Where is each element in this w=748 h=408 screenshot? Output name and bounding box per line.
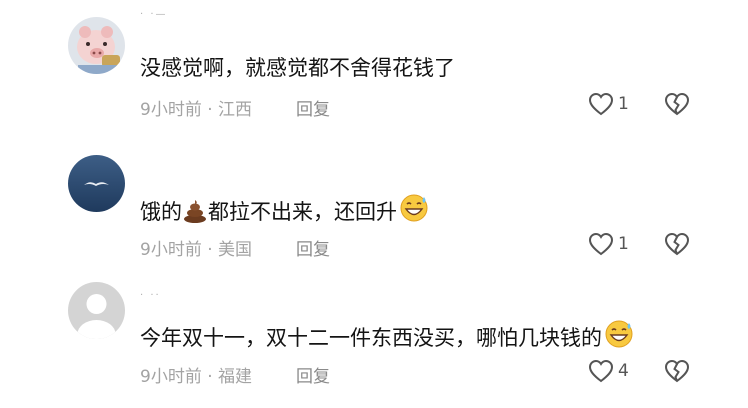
comment-time: 9小时前 xyxy=(140,367,202,387)
meta-separator: · xyxy=(201,240,219,260)
reply-button[interactable]: 回复 xyxy=(296,95,330,120)
comment-location: 美国 xyxy=(218,240,253,260)
comment-location: 江西 xyxy=(218,100,253,120)
heart-icon xyxy=(588,92,614,116)
comment-text: 饿的 都拉不出来，还回升 xyxy=(140,193,429,230)
comment-location: 福建 xyxy=(218,367,253,387)
broken-heart-icon xyxy=(664,232,690,256)
grin-sweat-emoji-icon xyxy=(399,193,429,230)
reply-button[interactable]: 回复 xyxy=(296,235,330,260)
like-count: 4 xyxy=(618,361,629,381)
username[interactable]: · ·· xyxy=(140,290,161,301)
comment-text-part: 今年双十一，双十二一件东西没买，哪怕几块钱的 xyxy=(140,326,602,350)
comment-meta: 9小时前 · 美国 xyxy=(140,235,252,260)
poop-emoji-icon xyxy=(182,199,208,230)
heart-icon xyxy=(588,359,614,383)
meta-separator: · xyxy=(201,367,219,387)
broken-heart-icon xyxy=(664,359,690,383)
comment-text: 今年双十一，双十二一件东西没买，哪怕几块钱的 xyxy=(140,319,634,356)
comment-time: 9小时前 xyxy=(140,240,202,260)
comment-text: 没感觉啊，就感觉都不舍得花钱了 xyxy=(140,56,455,80)
grin-sweat-emoji-icon xyxy=(604,319,634,356)
comment-text-part: 饿的 xyxy=(140,200,182,224)
like-button[interactable]: 1 xyxy=(588,232,629,256)
username[interactable]: · ·— xyxy=(140,9,168,20)
dislike-button[interactable] xyxy=(664,359,690,387)
heart-icon xyxy=(588,232,614,256)
dislike-button[interactable] xyxy=(664,232,690,260)
default-avatar-icon[interactable] xyxy=(68,282,125,339)
like-count: 1 xyxy=(618,94,629,114)
comment-time: 9小时前 xyxy=(140,100,202,120)
like-button[interactable]: 4 xyxy=(588,359,629,383)
comment-meta: 9小时前 · 福建 xyxy=(140,362,252,387)
broken-heart-icon xyxy=(664,92,690,116)
dislike-button[interactable] xyxy=(664,92,690,120)
bird-avatar-icon[interactable] xyxy=(68,155,125,212)
like-button[interactable]: 1 xyxy=(588,92,629,116)
like-count: 1 xyxy=(618,234,629,254)
pig-avatar-icon[interactable] xyxy=(68,17,125,74)
comment-meta: 9小时前 · 江西 xyxy=(140,95,252,120)
comment-text-part: 都拉不出来，还回升 xyxy=(208,200,397,224)
meta-separator: · xyxy=(201,100,219,120)
reply-button[interactable]: 回复 xyxy=(296,362,330,387)
